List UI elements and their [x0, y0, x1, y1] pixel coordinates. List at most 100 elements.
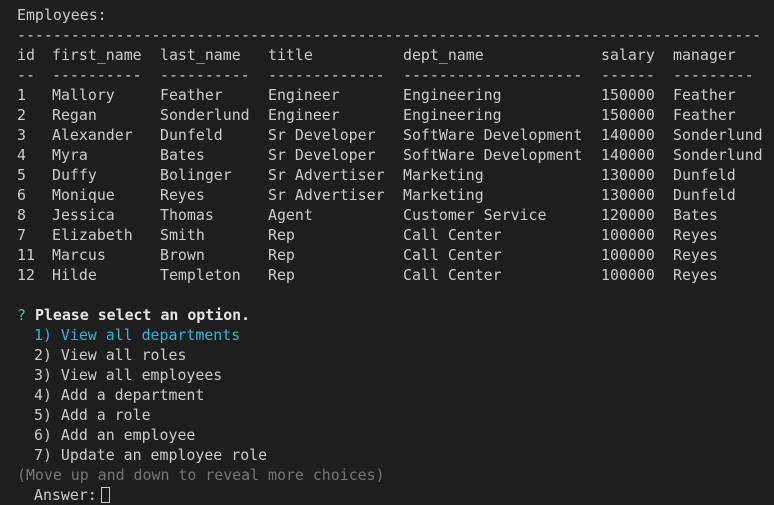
cell-salary: 150000	[601, 106, 655, 124]
cell-title: Sr Advertiser	[268, 166, 385, 184]
cell-salary: 150000	[601, 86, 655, 104]
cell-dept-name: SoftWare Development	[403, 146, 583, 164]
table-body: 1 Mallory Feather Engineer Engineering 150000…	[17, 85, 774, 285]
cell-first-name: Jessica	[52, 206, 115, 224]
cell-first-name: Marcus	[52, 246, 106, 264]
table-rule: ----------------------------------------…	[17, 26, 762, 44]
menu-choice[interactable]: 2) View all roles	[17, 345, 774, 365]
cell-title: Sr Advertiser	[268, 186, 385, 204]
cell-title: Engineer	[268, 86, 340, 104]
menu-choice[interactable]: 4) Add a department	[17, 385, 774, 405]
cell-salary: 100000	[601, 246, 655, 264]
cell-title: Engineer	[268, 106, 340, 124]
column-header-title: title	[268, 46, 313, 64]
table-row: 6 Monique Reyes Sr Advertiser Marketing 13000…	[17, 185, 774, 205]
cell-last-name: Reyes	[160, 186, 205, 204]
column-header-manager: manager	[673, 46, 736, 64]
underline-salary: ------	[601, 66, 655, 84]
cell-first-name: Myra	[52, 146, 88, 164]
underline-first-name: ----------	[52, 66, 142, 84]
cell-dept-name: Engineering	[403, 106, 502, 124]
table-underline-row: -- ---------- ---------- ------------- -…	[17, 65, 774, 85]
cell-manager: Reyes	[673, 266, 718, 284]
table-row: 7 Elizabeth Smith Rep Call Center 100000 Reyes	[17, 225, 774, 245]
table-row: 8 Jessica Thomas Agent Customer Service 12000…	[17, 205, 774, 225]
cell-id: 12	[17, 266, 35, 284]
cell-title: Rep	[268, 266, 295, 284]
table-row: 5 Duffy Bolinger Sr Advertiser Marketing 1300…	[17, 165, 774, 185]
terminal-output: Employees: -----------------------------…	[17, 5, 774, 505]
scroll-hint: (Move up and down to reveal more choices…	[17, 466, 385, 484]
cell-dept-name: Customer Service	[403, 206, 547, 224]
cell-manager: Feather	[673, 86, 736, 104]
cell-id: 7	[17, 226, 26, 244]
column-header-first-name: first_name	[52, 46, 142, 64]
answer-label: Answer:	[34, 486, 97, 504]
cell-manager: Feather	[673, 106, 736, 124]
cell-id: 11	[17, 246, 35, 264]
cell-id: 2	[17, 106, 26, 124]
cell-manager: Dunfeld	[673, 166, 736, 184]
cell-first-name: Hilde	[52, 266, 97, 284]
menu-choice[interactable]: 5) Add a role	[17, 405, 774, 425]
cell-salary: 100000	[601, 266, 655, 284]
cell-salary: 100000	[601, 226, 655, 244]
table-header-row: id first_name last_name title dept_name …	[17, 45, 774, 65]
cell-first-name: Elizabeth	[52, 226, 133, 244]
table-row: 11 Marcus Brown Rep Call Center 100000 Reyes	[17, 245, 774, 265]
table-row: 3 Alexander Dunfeld Sr Developer SoftWare De…	[17, 125, 774, 145]
cell-last-name: Templeton	[160, 266, 241, 284]
underline-title: -------------	[268, 66, 385, 84]
cell-title: Rep	[268, 246, 295, 264]
column-header-salary: salary	[601, 46, 655, 64]
column-header-dept-name: dept_name	[403, 46, 484, 64]
cell-first-name: Alexander	[52, 126, 133, 144]
cell-dept-name: Engineering	[403, 86, 502, 104]
cell-last-name: Smith	[160, 226, 205, 244]
table-row: 1 Mallory Feather Engineer Engineering 150000…	[17, 85, 774, 105]
underline-id: --	[17, 66, 35, 84]
cell-title: Sr Developer	[268, 126, 376, 144]
cell-salary: 140000	[601, 146, 655, 164]
cell-dept-name: Marketing	[403, 186, 484, 204]
cell-last-name: Bates	[160, 146, 205, 164]
cell-dept-name: SoftWare Development	[403, 126, 583, 144]
cell-id: 6	[17, 186, 26, 204]
cell-dept-name: Call Center	[403, 226, 502, 244]
text-cursor[interactable]	[100, 487, 110, 503]
cell-manager: Sonderlund	[673, 146, 763, 164]
column-header-id: id	[17, 46, 35, 64]
prompt-question: ? Please select an option.	[17, 305, 774, 325]
cell-id: 1	[17, 86, 26, 104]
cell-salary: 130000	[601, 186, 655, 204]
answer-line[interactable]: Answer:	[17, 485, 774, 505]
cell-first-name: Regan	[52, 106, 97, 124]
cell-title: Agent	[268, 206, 313, 224]
cell-salary: 130000	[601, 166, 655, 184]
prompt-question-text: Please select an option.	[34, 306, 251, 324]
underline-last-name: ----------	[160, 66, 250, 84]
cell-id: 3	[17, 126, 26, 144]
table-row: 4 Myra Bates Sr Developer SoftWare Developme…	[17, 145, 774, 165]
table-row: 2 Regan Sonderlund Engineer Engineering 15000…	[17, 105, 774, 125]
menu-choice[interactable]: 7) Update an employee role	[17, 445, 774, 465]
cell-title: Sr Developer	[268, 146, 376, 164]
cell-last-name: Dunfeld	[160, 126, 223, 144]
cell-id: 4	[17, 146, 26, 164]
cell-manager: Bates	[673, 206, 718, 224]
cell-dept-name: Call Center	[403, 266, 502, 284]
cell-manager: Reyes	[673, 246, 718, 264]
cell-salary: 140000	[601, 126, 655, 144]
menu-choice[interactable]: 3) View all employees	[17, 365, 774, 385]
choice-list: 1) View all departments 2) View all roles…	[17, 325, 774, 465]
cell-dept-name: Marketing	[403, 166, 484, 184]
cell-last-name: Sonderlund	[160, 106, 250, 124]
cell-last-name: Brown	[160, 246, 205, 264]
menu-choice[interactable]: 1) View all departments	[17, 325, 774, 345]
cell-first-name: Duffy	[52, 166, 97, 184]
cell-id: 8	[17, 206, 26, 224]
cell-id: 5	[17, 166, 26, 184]
cell-last-name: Thomas	[160, 206, 214, 224]
menu-choice[interactable]: 6) Add an employee	[17, 425, 774, 445]
